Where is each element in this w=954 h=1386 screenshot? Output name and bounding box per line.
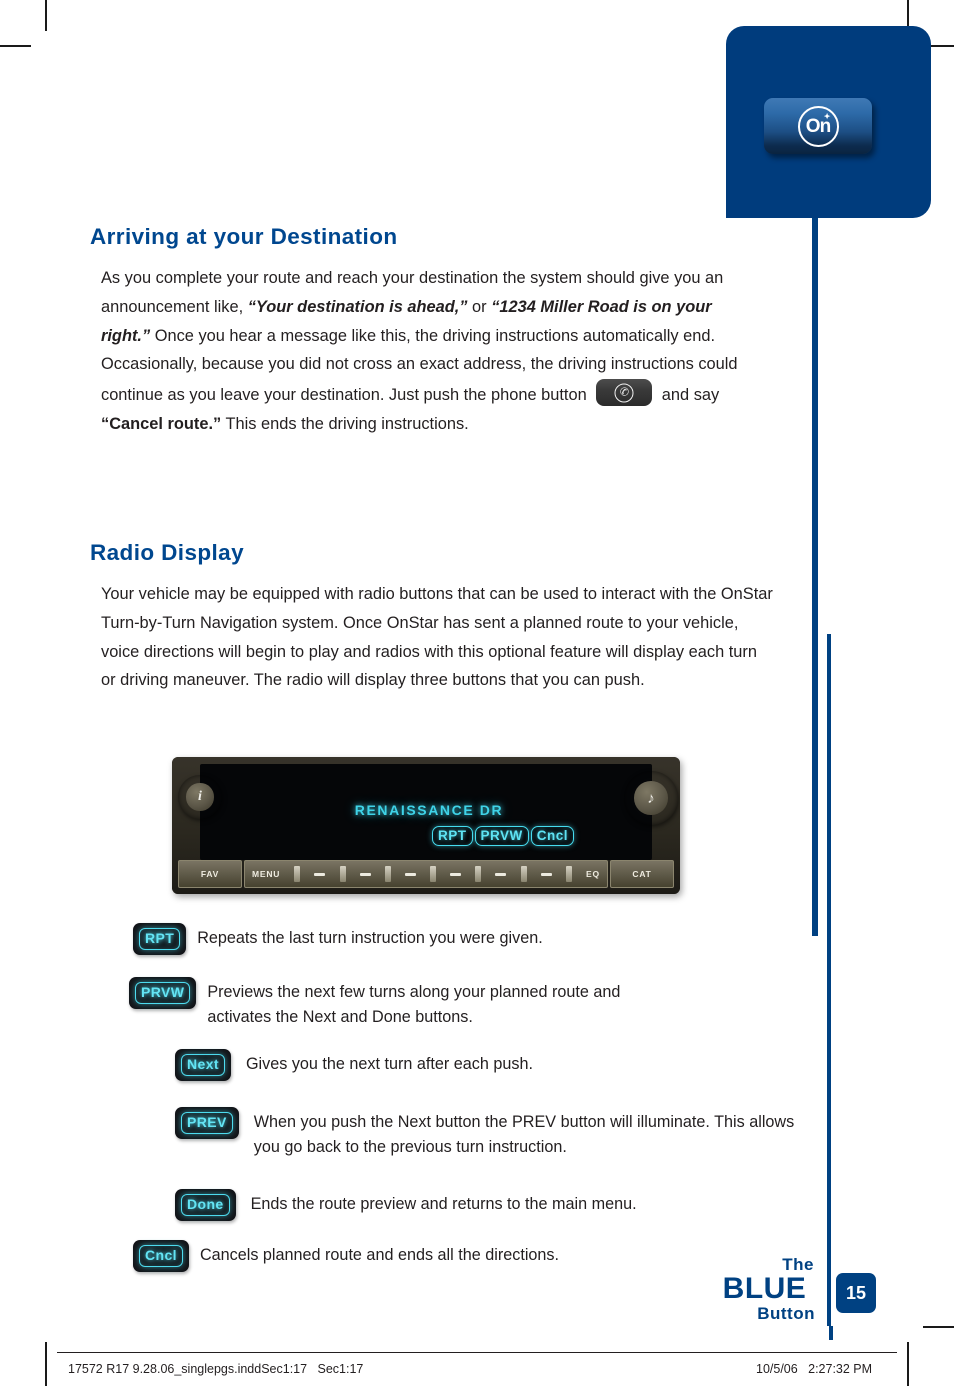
legend-button-rpt-label: RPT bbox=[139, 928, 181, 950]
legend-row-done: Done Ends the route preview and returns … bbox=[175, 1189, 637, 1221]
legend-desc-cncl: Cancels planned route and ends all the d… bbox=[199, 1246, 560, 1264]
radio-cat-button[interactable]: CAT bbox=[610, 860, 674, 888]
legend-desc-next: Gives you the next turn after each push. bbox=[245, 1055, 533, 1073]
footer-timestamp: 10/5/06 2:27:32 PM bbox=[756, 1362, 873, 1376]
radio-preset-5[interactable] bbox=[475, 866, 482, 882]
blue-button-logo-line2: BLUE bbox=[722, 1272, 807, 1305]
info-icon: i bbox=[186, 783, 214, 811]
accent-rule-upper bbox=[812, 218, 818, 936]
footer-file-info: 17572 R17 9.28.06_singlepgs.inddSec1:17 … bbox=[68, 1362, 364, 1376]
onstar-logo-icon: On ✦ bbox=[797, 105, 839, 147]
phone-button-ring: ✆ bbox=[614, 383, 634, 403]
body-run-5: This ends the driving instructions. bbox=[221, 414, 469, 433]
onstar-star-icon: ✦ bbox=[823, 111, 831, 121]
radio-fav-button[interactable]: FAV bbox=[178, 860, 242, 888]
radio-screen: RENAISSANCE DR RPT PRVW Cncl bbox=[200, 764, 652, 860]
section-body-radio-display: Your vehicle may be equipped with radio … bbox=[101, 585, 773, 690]
body-run-2: or bbox=[467, 297, 492, 316]
legend-row-prvw: PRVW Previews the next few turns along y… bbox=[129, 977, 689, 1030]
legend-row-cncl: Cncl Cancels planned route and ends all … bbox=[133, 1240, 559, 1272]
radio-menu-button[interactable]: MENU bbox=[252, 869, 280, 879]
radio-tune-knob[interactable]: ♪ bbox=[624, 771, 678, 825]
radio-preset-strip[interactable]: MENU EQ bbox=[244, 860, 608, 888]
section-heading-arriving: Arriving at your Destination bbox=[90, 224, 398, 249]
radio-softkey-row: RPT PRVW Cncl bbox=[432, 826, 575, 846]
page-number-badge: 15 bbox=[836, 1273, 876, 1313]
legend-button-prev[interactable]: PREV bbox=[175, 1107, 239, 1139]
radio-preset-4[interactable] bbox=[430, 866, 437, 882]
blue-button-logo-line3: Button bbox=[757, 1304, 815, 1323]
legend-row-prev: PREV When you push the Next button the P… bbox=[175, 1107, 825, 1160]
legend-button-rpt[interactable]: RPT bbox=[133, 923, 187, 955]
radio-preset-1[interactable] bbox=[294, 866, 301, 882]
radio-eq-button[interactable]: EQ bbox=[586, 869, 600, 879]
radio-head-unit-photo: RENAISSANCE DR RPT PRVW Cncl i ♪ FAV MEN… bbox=[172, 757, 680, 894]
legend-button-cncl[interactable]: Cncl bbox=[133, 1240, 189, 1272]
legend-button-next-label: Next bbox=[181, 1054, 225, 1076]
phone-button-icon: ✆ bbox=[596, 379, 653, 407]
section-body-arriving: As you complete your route and reach you… bbox=[101, 264, 761, 439]
music-note-icon: ♪ bbox=[634, 781, 668, 815]
blue-button-logo: The BLUE Button bbox=[712, 1256, 817, 1322]
radio-softkey-prvw[interactable]: PRVW bbox=[474, 826, 529, 846]
crop-mark-bottom-left-vertical bbox=[45, 1342, 47, 1386]
legend-desc-prev: When you push the Next button the PREV b… bbox=[253, 1113, 795, 1156]
body-run-4: and say bbox=[657, 386, 720, 405]
radio-preset-dash-6 bbox=[540, 872, 552, 876]
legend-row-next: Next Gives you the next turn after each … bbox=[175, 1049, 533, 1081]
phone-handset-icon: ✆ bbox=[618, 385, 631, 400]
radio-info-knob[interactable]: i bbox=[178, 775, 222, 819]
legend-desc-done: Ends the route preview and returns to th… bbox=[250, 1195, 637, 1213]
legend-row-rpt: RPT Repeats the last turn instruction yo… bbox=[133, 923, 543, 955]
radio-preset-6[interactable] bbox=[520, 866, 527, 882]
crop-mark-top-left-vertical bbox=[45, 0, 47, 31]
legend-button-cncl-label: Cncl bbox=[139, 1245, 183, 1267]
radio-preset-3[interactable] bbox=[384, 866, 391, 882]
body-italic-1: “Your destination is ahead,” bbox=[247, 297, 468, 316]
section-heading-radio-display: Radio Display bbox=[90, 540, 244, 565]
radio-softkey-rpt[interactable]: RPT bbox=[432, 826, 473, 846]
legend-button-prvw[interactable]: PRVW bbox=[129, 977, 197, 1009]
radio-softkey-cncl[interactable]: Cncl bbox=[530, 826, 575, 846]
radio-preset-dash-2 bbox=[359, 872, 371, 876]
radio-preset-dash-1 bbox=[314, 872, 326, 876]
legend-button-prev-label: PREV bbox=[181, 1112, 233, 1134]
legend-button-done-label: Done bbox=[181, 1194, 230, 1216]
accent-rule-footer-tick bbox=[829, 1326, 833, 1340]
footer-divider bbox=[57, 1352, 897, 1353]
legend-desc-rpt: Repeats the last turn instruction you we… bbox=[197, 929, 543, 947]
radio-lower-button-bar: FAV MENU EQ CAT bbox=[178, 860, 674, 888]
legend-button-next[interactable]: Next bbox=[175, 1049, 231, 1081]
onstar-button-graphic: On ✦ bbox=[764, 98, 872, 154]
crop-mark-top-left-horizontal bbox=[0, 45, 31, 47]
radio-preset-dash-5 bbox=[495, 872, 507, 876]
crop-mark-bottom-right-vertical bbox=[907, 1342, 909, 1386]
radio-preset-dash-3 bbox=[404, 872, 416, 876]
legend-button-prvw-label: PRVW bbox=[135, 982, 191, 1004]
radio-preset-2[interactable] bbox=[339, 866, 346, 882]
radio-preset-7[interactable] bbox=[565, 866, 572, 882]
blue-button-logo-line1: The bbox=[782, 1255, 814, 1274]
radio-street-name: RENAISSANCE DR bbox=[354, 802, 504, 818]
body-quote-cancel-route: “Cancel route.” bbox=[101, 414, 222, 433]
accent-rule-lower bbox=[827, 634, 831, 1326]
legend-button-done[interactable]: Done bbox=[175, 1189, 236, 1221]
crop-mark-bottom-right-horizontal bbox=[923, 1326, 954, 1328]
radio-preset-dash-4 bbox=[450, 872, 462, 876]
legend-desc-prvw: Previews the next few turns along your p… bbox=[207, 983, 621, 1026]
